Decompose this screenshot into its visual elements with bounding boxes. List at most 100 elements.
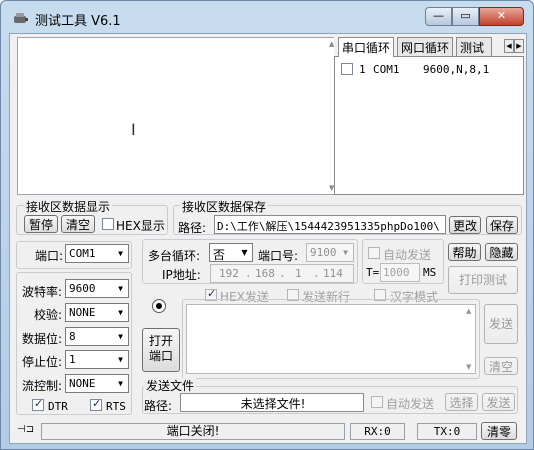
ip-octet-3: 1 bbox=[295, 267, 302, 280]
hex-display-checkbox[interactable] bbox=[102, 218, 114, 230]
minimize-button[interactable]: — bbox=[425, 7, 452, 26]
scroll-up-icon[interactable]: ▲ bbox=[466, 307, 471, 315]
chevron-down-icon: ▼ bbox=[118, 355, 123, 364]
auto-send-label: 自动发送 bbox=[383, 248, 432, 262]
recv-path-field[interactable]: D:\工作\解压\1544423951335phpDo100\ bbox=[214, 215, 446, 234]
dtr-label: DTR bbox=[48, 400, 68, 413]
app-icon bbox=[14, 13, 28, 23]
chevron-down-icon: ▼ bbox=[118, 284, 123, 293]
databits-label: 数据位: bbox=[22, 332, 63, 346]
portno-label: 端口号: bbox=[258, 249, 299, 263]
chevron-down-icon: ▼ bbox=[343, 248, 348, 257]
serial-loop-panel: 1 COM1 9600,N,8,1 bbox=[334, 56, 524, 195]
select-file-button[interactable]: 选择 bbox=[445, 393, 478, 411]
tab-left-arrow-icon[interactable]: ◀ bbox=[504, 39, 514, 53]
baud-select[interactable]: 9600 ▼ bbox=[65, 279, 129, 298]
save-button[interactable]: 保存 bbox=[486, 216, 518, 234]
databits-select-value: 8 bbox=[69, 330, 76, 343]
change-path-button[interactable]: 更改 bbox=[449, 216, 481, 234]
port-status-indicator bbox=[152, 299, 166, 313]
tab-test[interactable]: 测试 bbox=[456, 37, 492, 56]
ip-octet-1: 192 bbox=[219, 267, 239, 280]
send-button[interactable]: 发送 bbox=[484, 304, 518, 344]
tab-net-loop[interactable]: 网口循环 bbox=[397, 37, 454, 56]
port-list-port: COM1 bbox=[373, 63, 400, 76]
ip-address-field[interactable]: 192 . 168 . 1 . 114 bbox=[210, 264, 354, 283]
multi-loop-value: 否 bbox=[213, 248, 226, 262]
ip-dot: . bbox=[279, 267, 286, 280]
parity-select[interactable]: NONE ▼ bbox=[65, 303, 129, 322]
portno-select[interactable]: 9100 ▼ bbox=[306, 243, 354, 262]
databits-select[interactable]: 8 ▼ bbox=[65, 327, 129, 346]
client-area: I ▲ ▼ 1 COM1 9600,N,8,1 串口循环 网口循环 测试 ◀ ▶ bbox=[9, 33, 527, 444]
text-cursor-icon: I bbox=[131, 120, 136, 139]
title-bar[interactable]: 测试工具 V6.1 — ▭ ✕ bbox=[1, 1, 533, 33]
parity-label: 校验: bbox=[34, 308, 63, 322]
port-list-checkbox[interactable] bbox=[341, 63, 353, 75]
baud-select-value: 9600 bbox=[69, 282, 96, 295]
auto-send-checkbox[interactable] bbox=[368, 247, 380, 259]
stopbits-label: 停止位: bbox=[22, 355, 63, 369]
multi-loop-label: 多台循环: bbox=[148, 249, 201, 263]
app-window: 测试工具 V6.1 — ▭ ✕ I ▲ ▼ 1 COM1 9600,N,8,1 … bbox=[0, 0, 534, 450]
scroll-down-icon[interactable]: ▼ bbox=[466, 363, 471, 371]
chevron-down-icon: ▼ bbox=[118, 332, 123, 341]
port-select-value: COM1 bbox=[69, 247, 96, 260]
ip-octet-2: 168 bbox=[255, 267, 275, 280]
chevron-down-icon: ▼ bbox=[118, 308, 123, 317]
interval-field[interactable]: 1000 bbox=[380, 263, 420, 282]
flow-select-value: NONE bbox=[69, 377, 96, 390]
t-label: T= bbox=[366, 266, 380, 279]
port-state-text: 端口关闭! bbox=[41, 423, 345, 440]
flow-label: 流控制: bbox=[22, 379, 63, 393]
maximize-button[interactable]: ▭ bbox=[452, 7, 479, 26]
hex-display-label: HEX显示 bbox=[116, 219, 165, 233]
reset-counter-button[interactable]: 清零 bbox=[481, 422, 517, 440]
clear-receive-button[interactable]: 清空 bbox=[61, 215, 95, 233]
ip-dot: . bbox=[313, 267, 320, 280]
help-button[interactable]: 帮助 bbox=[448, 243, 481, 261]
port-list-params: 9600,N,8,1 bbox=[423, 63, 490, 76]
recv-display-title: 接收区数据显示 bbox=[24, 198, 113, 215]
hide-button[interactable]: 隐藏 bbox=[485, 243, 518, 261]
stopbits-select[interactable]: 1 ▼ bbox=[65, 350, 129, 369]
stopbits-select-value: 1 bbox=[69, 353, 76, 366]
parity-select-value: NONE bbox=[69, 306, 96, 319]
send-file-title: 发送文件 bbox=[144, 377, 197, 394]
send-file-button[interactable]: 发送 bbox=[482, 393, 515, 411]
baud-label: 波特率: bbox=[22, 285, 63, 299]
receive-text-area[interactable]: I ▲ ▼ bbox=[17, 37, 340, 195]
window-title: 测试工具 V6.1 bbox=[35, 14, 121, 29]
chevron-down-icon: ▼ bbox=[118, 249, 123, 258]
chevron-down-icon: ▼ bbox=[118, 379, 123, 388]
chevron-down-icon: ▼ bbox=[241, 248, 248, 257]
port-label: 端口: bbox=[35, 249, 64, 263]
ip-label: IP地址: bbox=[162, 268, 201, 282]
rts-label: RTS bbox=[106, 400, 126, 413]
recv-save-title: 接收区数据保存 bbox=[180, 198, 269, 215]
port-select[interactable]: COM1 ▼ bbox=[65, 244, 129, 263]
pause-button[interactable]: 暂停 bbox=[24, 215, 58, 233]
send-file-path-field[interactable]: 未选择文件! bbox=[180, 393, 364, 412]
tab-panel: 1 COM1 9600,N,8,1 串口循环 网口循环 测试 ◀ ▶ bbox=[334, 37, 524, 195]
send-scrollbar[interactable]: ▲ ▼ bbox=[463, 305, 475, 373]
print-test-button[interactable]: 打印测试 bbox=[448, 266, 518, 294]
tab-scroll-arrows: ◀ ▶ bbox=[504, 39, 525, 53]
send-text-area[interactable]: ▲ ▼ bbox=[186, 304, 476, 374]
tx-counter: TX:0 bbox=[417, 423, 477, 440]
pin-icon[interactable]: ⊣⊐ bbox=[17, 424, 34, 435]
portno-value: 9100 bbox=[310, 246, 337, 259]
open-port-button[interactable]: 打开 端口 bbox=[142, 328, 180, 372]
tab-serial-loop[interactable]: 串口循环 bbox=[338, 37, 395, 57]
rts-checkbox[interactable] bbox=[90, 397, 102, 411]
file-auto-send-checkbox[interactable] bbox=[371, 396, 383, 408]
rx-counter: RX:0 bbox=[350, 423, 405, 440]
port-list-index: 1 bbox=[359, 63, 366, 76]
multi-loop-select[interactable]: 否 ▼ bbox=[209, 243, 253, 262]
flow-select[interactable]: NONE ▼ bbox=[65, 374, 129, 393]
tab-right-arrow-icon[interactable]: ▶ bbox=[514, 39, 524, 53]
close-button[interactable]: ✕ bbox=[479, 7, 524, 26]
dtr-checkbox[interactable] bbox=[32, 397, 44, 411]
ip-dot: . bbox=[245, 267, 252, 280]
clear-send-button[interactable]: 清空 bbox=[484, 357, 518, 375]
